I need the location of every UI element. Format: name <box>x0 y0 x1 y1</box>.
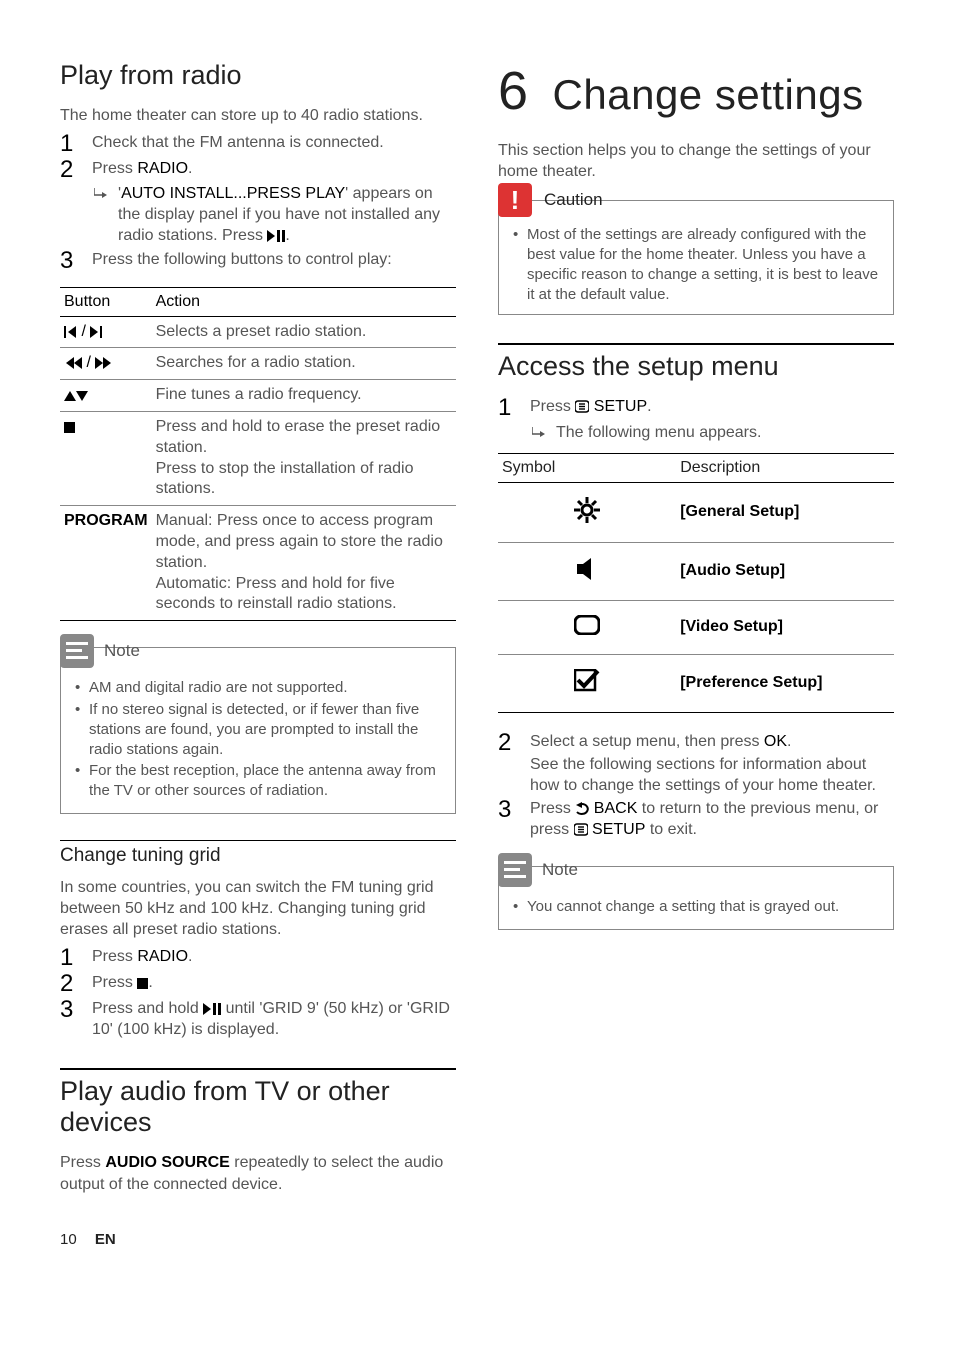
access-step-3: 3 Press BACK to return to the previous m… <box>498 798 894 840</box>
tuning-intro: In some countries, you can switch the FM… <box>60 877 456 940</box>
settings-note-box: Note You cannot change a setting that is… <box>498 866 894 930</box>
note-icon <box>60 634 94 668</box>
radio-note-box: Note AM and digital radio are not suppor… <box>60 647 456 814</box>
heading-play-from-radio: Play from radio <box>60 60 456 91</box>
tuning-step-1: 1 Press RADIO. <box>60 946 456 970</box>
setup-icon <box>575 400 589 413</box>
screen-icon <box>498 600 676 654</box>
prev-next-icon: / <box>60 316 152 348</box>
caution-icon: ! <box>498 183 532 217</box>
tuning-step-2: 2 Press . <box>60 972 456 996</box>
radio-step-3: 3 Press the following buttons to control… <box>60 249 456 273</box>
radio-step-2: 2 Press RADIO. 'AUTO INSTALL...PRESS PLA… <box>60 158 456 246</box>
tuning-step-3: 3 Press and hold until 'GRID 9' (50 kHz)… <box>60 998 456 1040</box>
play-pause-icon <box>267 230 285 242</box>
setup-icon <box>574 823 588 836</box>
checkbox-icon <box>498 654 676 712</box>
heading-change-settings: 6Change settings <box>498 60 894 122</box>
heading-play-audio-tv: Play audio from TV or other devices <box>60 1068 456 1138</box>
note-icon <box>498 853 532 887</box>
back-icon <box>575 802 589 815</box>
settings-intro: This section helps you to change the set… <box>498 140 894 182</box>
heading-access-setup-menu: Access the setup menu <box>498 343 894 382</box>
heading-change-tuning-grid: Change tuning grid <box>60 840 456 867</box>
gear-icon <box>498 482 676 542</box>
access-step-2: 2 Select a setup menu, then press OK. Se… <box>498 731 894 796</box>
up-down-icon <box>60 380 152 412</box>
result-arrow-icon <box>94 183 108 246</box>
button-action-table: ButtonAction / Selects a preset radio st… <box>60 287 456 622</box>
speaker-icon <box>498 542 676 600</box>
stop-icon <box>60 411 152 505</box>
result-arrow-icon <box>532 422 546 443</box>
stop-icon <box>137 978 148 989</box>
radio-step-1: 1 Check that the FM antenna is connected… <box>60 132 456 156</box>
play-pause-icon <box>203 1003 221 1015</box>
page-footer: 10 EN <box>60 1231 456 1248</box>
setup-menu-table: SymbolDescription [General Setup] [Audio… <box>498 453 894 713</box>
audio-source-text: Press AUDIO SOURCE repeatedly to select … <box>60 1152 456 1194</box>
rewind-forward-icon: / <box>60 348 152 380</box>
caution-box: ! Caution Most of the settings are alrea… <box>498 200 894 315</box>
program-button-label: PROGRAM <box>60 506 152 621</box>
access-step-1: 1 Press SETUP. The following menu appear… <box>498 396 894 442</box>
radio-intro: The home theater can store up to 40 radi… <box>60 105 456 126</box>
